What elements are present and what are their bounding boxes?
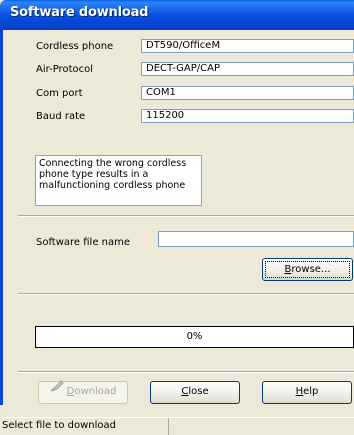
- separator-middle: [18, 293, 354, 295]
- download-label-rest: ownload: [74, 386, 117, 397]
- separator-bottom: [18, 371, 354, 373]
- warning-note: Connecting the wrong cordless phone type…: [35, 155, 202, 206]
- help-button[interactable]: Help: [262, 381, 352, 404]
- cordless-phone-field[interactable]: DT590/OfficeM: [141, 39, 354, 53]
- baud-rate-label: Baud rate: [36, 111, 86, 122]
- browse-button[interactable]: Browse...: [262, 258, 353, 281]
- com-port-field[interactable]: COM1: [141, 86, 354, 100]
- browse-label-rest: rowse...: [291, 264, 331, 275]
- window-left-border: [0, 30, 3, 405]
- software-file-input[interactable]: [158, 231, 354, 247]
- cordless-phone-label: Cordless phone: [36, 41, 114, 52]
- help-mnemonic: H: [295, 386, 304, 397]
- separator-top: [18, 215, 354, 217]
- baud-rate-field[interactable]: 115200: [141, 109, 354, 123]
- title-bar[interactable]: Software download: [0, 0, 354, 30]
- software-download-window: Software download Cordless phone DT590/O…: [0, 0, 354, 435]
- window-title: Software download: [10, 5, 149, 20]
- air-protocol-field[interactable]: DECT-GAP/CAP: [141, 62, 354, 76]
- software-file-label: Software file name: [36, 237, 131, 248]
- close-button[interactable]: Close: [150, 381, 240, 404]
- close-label-rest: lose: [188, 386, 209, 397]
- progress-bar: 0%: [35, 326, 354, 348]
- progress-text: 0%: [186, 331, 203, 342]
- download-icon: [50, 380, 64, 400]
- download-button[interactable]: Download: [38, 380, 128, 404]
- com-port-label: Com port: [36, 88, 83, 99]
- browse-focus-ring: Browse...: [265, 261, 350, 278]
- status-text: Select file to download: [2, 420, 117, 431]
- help-label-rest: elp: [303, 386, 319, 397]
- status-bar: Select file to download: [0, 417, 354, 435]
- air-protocol-label: Air-Protocol: [36, 64, 93, 75]
